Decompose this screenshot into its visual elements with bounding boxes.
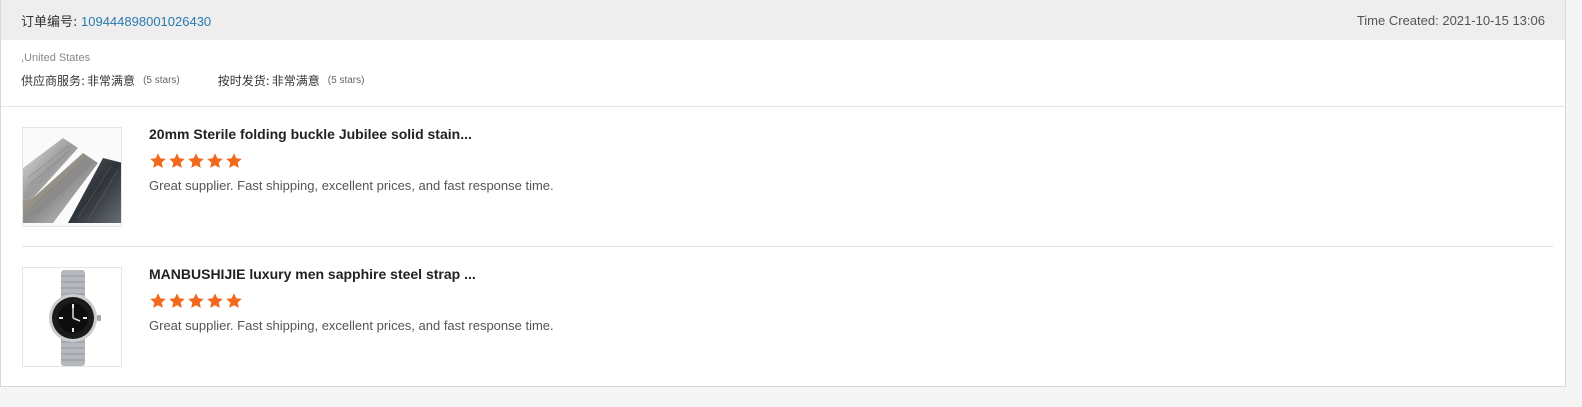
- star-icon: [187, 292, 206, 310]
- product-item: MANBUSHIJIE luxury men sapphire steel st…: [22, 247, 1553, 387]
- order-number-label: 订单编号:: [21, 14, 78, 30]
- star-icon: [206, 152, 225, 170]
- product-body: 20mm Sterile folding buckle Jubilee soli…: [149, 126, 554, 193]
- star-icon: [168, 152, 187, 170]
- rating-label: 按时发货:: [217, 74, 270, 88]
- star-icon: [149, 292, 168, 310]
- time-created-value: 2021-10-15 13:06: [1442, 12, 1545, 28]
- rating-supplier-service: 供应商服务: 非常满意 (5 stars): [21, 72, 180, 89]
- product-rating-stars: [149, 292, 554, 310]
- rating-stars-text: (5 stars): [327, 75, 365, 86]
- order-card: 订单编号: 109444898001026430 Time Created: 2…: [0, 0, 1566, 387]
- time-created: Time Created: 2021-10-15 13:06: [1357, 13, 1545, 28]
- product-thumbnail-watch[interactable]: [22, 267, 122, 367]
- rating-stars-text: (5 stars): [143, 75, 180, 86]
- order-number-group: 订单编号: 109444898001026430: [21, 11, 211, 30]
- rating-label: 供应商服务:: [21, 74, 86, 88]
- star-icon: [225, 292, 244, 310]
- product-feedback: Great supplier. Fast shipping, excellent…: [149, 178, 554, 193]
- product-item: 20mm Sterile folding buckle Jubilee soli…: [22, 107, 1553, 247]
- star-icon: [168, 292, 187, 310]
- product-title-link[interactable]: MANBUSHIJIE luxury men sapphire steel st…: [149, 266, 554, 282]
- rating-value: 非常满意: [87, 74, 136, 88]
- product-feedback: Great supplier. Fast shipping, excellent…: [149, 318, 554, 333]
- rating-value: 非常满意: [271, 74, 320, 88]
- store-country: ,United States: [21, 52, 91, 64]
- star-icon: [206, 292, 225, 310]
- product-thumbnail-bracelet[interactable]: [22, 127, 122, 227]
- time-created-label: Time Created:: [1356, 12, 1439, 28]
- star-icon: [149, 152, 168, 170]
- star-icon: [187, 152, 206, 170]
- product-rating-stars: [149, 152, 554, 170]
- store-info: ,United States 供应商服务: 非常满意 (5 stars) 按时发…: [1, 40, 1565, 107]
- star-icon: [225, 152, 244, 170]
- rating-on-time-delivery: 按时发货: 非常满意 (5 stars): [218, 72, 365, 89]
- order-number-link[interactable]: 109444898001026430: [81, 14, 211, 29]
- product-body: MANBUSHIJIE luxury men sapphire steel st…: [149, 266, 554, 333]
- store-ratings: 供应商服务: 非常满意 (5 stars) 按时发货: 非常满意 (5 star…: [21, 72, 1545, 89]
- order-header: 订单编号: 109444898001026430 Time Created: 2…: [1, 0, 1565, 40]
- product-title-link[interactable]: 20mm Sterile folding buckle Jubilee soli…: [149, 126, 554, 142]
